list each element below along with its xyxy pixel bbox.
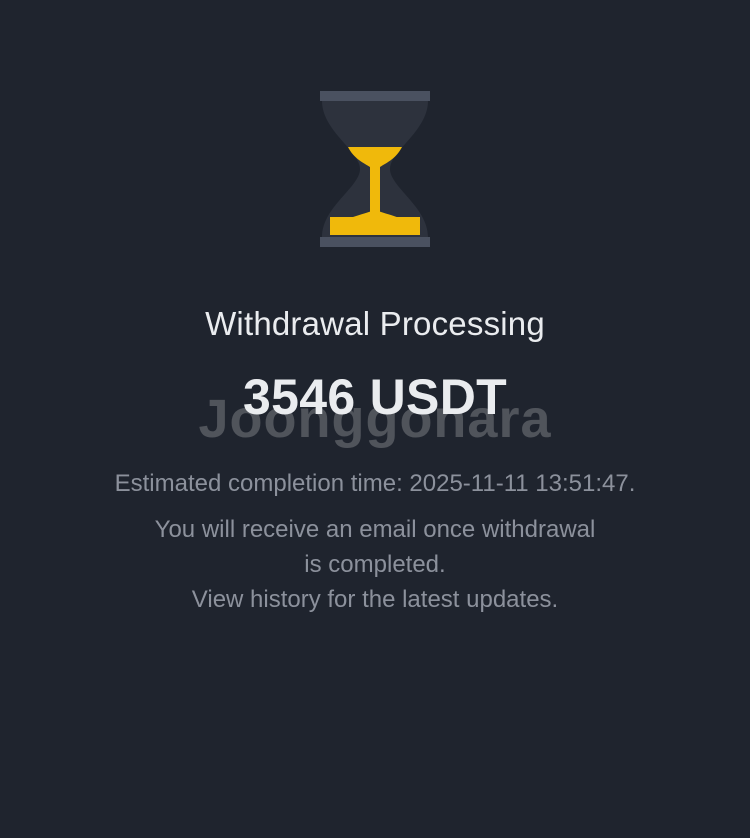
- info-line: is completed.: [304, 551, 446, 578]
- hourglass-sand-top: [348, 147, 402, 171]
- withdrawal-amount: 3546 USDT: [243, 369, 507, 425]
- hourglass-bottom-cap: [320, 237, 430, 247]
- estimated-completion-time: Estimated completion time: 2025-11-11 13…: [114, 470, 636, 497]
- page-title: Withdrawal Processing: [205, 305, 545, 342]
- info-line: You will receive an email once withdrawa…: [154, 516, 596, 543]
- hourglass-sand-stream: [370, 169, 380, 213]
- hourglass-sand-base: [330, 217, 420, 235]
- hourglass-icon: [320, 91, 430, 247]
- withdrawal-status-screen: Withdrawal Processing Joonggonara 3546 U…: [0, 0, 750, 838]
- hourglass-top-cap: [320, 91, 430, 101]
- info-line: View history for the latest updates.: [191, 586, 559, 613]
- info-message: You will receive an email once withdrawa…: [125, 512, 625, 617]
